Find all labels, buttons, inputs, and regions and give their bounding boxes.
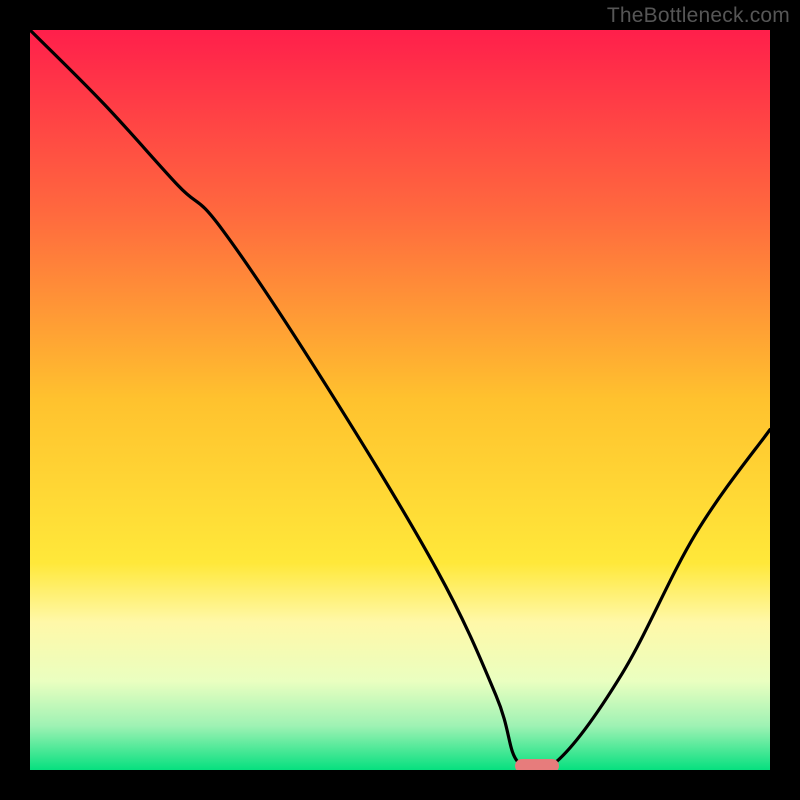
watermark-text: TheBottleneck.com bbox=[607, 4, 790, 28]
chart-frame: TheBottleneck.com bbox=[0, 0, 800, 800]
background-gradient bbox=[30, 30, 770, 770]
optimal-marker bbox=[515, 759, 559, 770]
plot-area bbox=[30, 30, 770, 770]
